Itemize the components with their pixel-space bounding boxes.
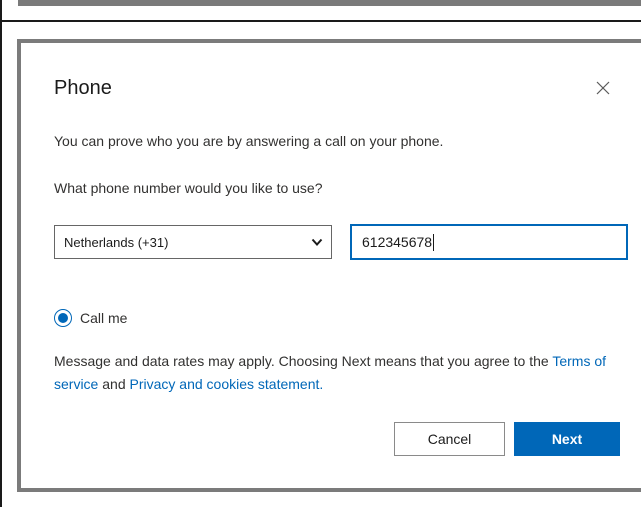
radio-selected-dot	[58, 313, 68, 323]
dialog-title: Phone	[54, 77, 112, 99]
disclaimer-conjunction: and	[98, 376, 130, 392]
intro-text: You can prove who you are by answering a…	[54, 133, 444, 149]
call-me-option[interactable]: Call me	[54, 309, 127, 327]
left-border	[0, 22, 2, 507]
cancel-button[interactable]: Cancel	[394, 422, 505, 456]
country-code-select[interactable]: Netherlands (+31)	[54, 225, 332, 259]
background-window-edge	[0, 0, 641, 22]
text-caret	[433, 233, 435, 251]
close-icon	[596, 81, 610, 95]
phone-dialog: Phone You can prove who you are by answe…	[17, 39, 641, 492]
phone-question: What phone number would you like to use?	[54, 180, 323, 196]
disclaimer-text: Message and data rates may apply. Choosi…	[54, 350, 614, 396]
radio-button[interactable]	[54, 309, 72, 327]
country-code-value: Netherlands (+31)	[64, 234, 169, 250]
chevron-down-icon	[311, 238, 323, 246]
call-me-label: Call me	[80, 310, 128, 326]
screenshot-frame: Phone You can prove who you are by answe…	[0, 0, 641, 507]
phone-number-value: 612345678	[362, 234, 433, 250]
next-button[interactable]: Next	[514, 422, 620, 456]
privacy-statement-link[interactable]: Privacy and cookies statement.	[130, 376, 324, 392]
phone-number-input[interactable]: 612345678	[350, 224, 628, 260]
background-window-shadow	[18, 0, 641, 6]
disclaimer-prefix: Message and data rates may apply. Choosi…	[54, 353, 553, 369]
close-button[interactable]	[590, 75, 616, 101]
